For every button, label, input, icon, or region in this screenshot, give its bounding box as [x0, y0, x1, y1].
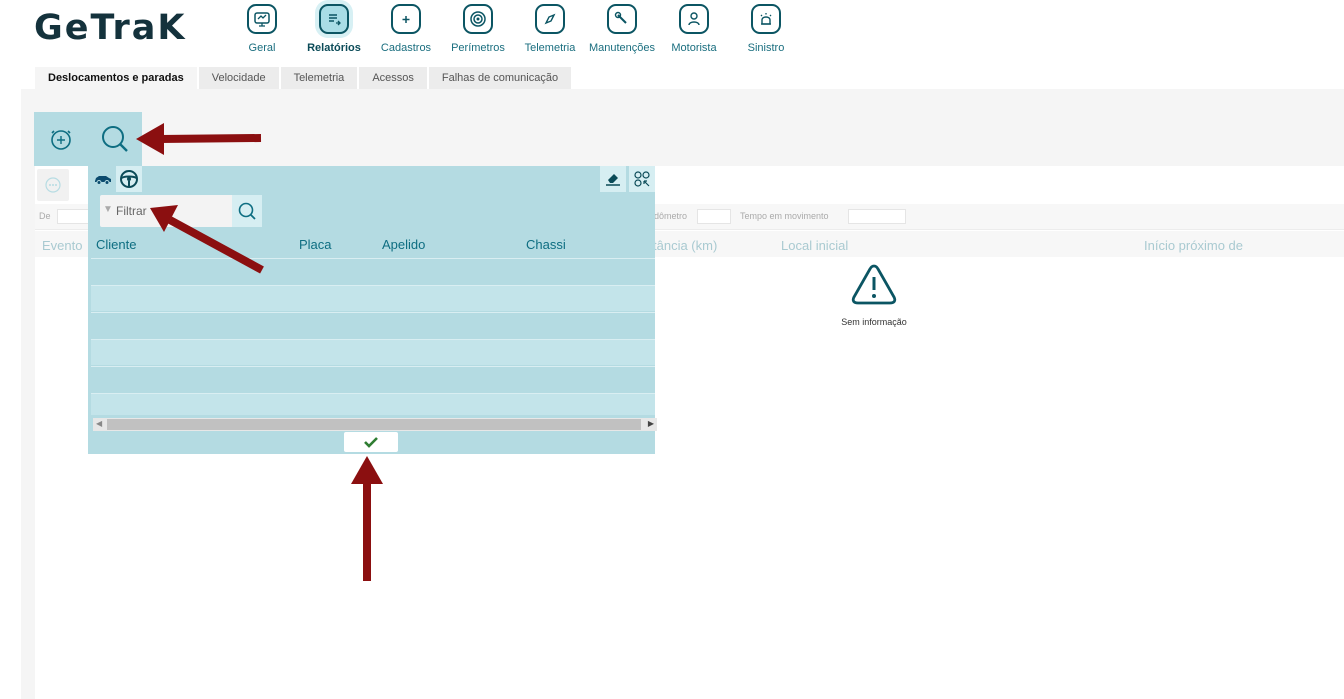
- col-distancia: tância (km): [653, 238, 718, 253]
- driver-filter-tab[interactable]: [116, 166, 142, 192]
- from-date-input[interactable]: [57, 209, 91, 224]
- nav-item-motorista[interactable]: Motorista: [658, 0, 730, 62]
- logo: GeTraK: [34, 8, 187, 48]
- col-cliente: Cliente: [96, 237, 137, 252]
- filter-input[interactable]: [116, 197, 230, 225]
- from-label: De: [39, 211, 51, 221]
- confirm-button[interactable]: [344, 432, 398, 452]
- nav-label: Geral: [248, 42, 276, 54]
- scroll-thumb[interactable]: [107, 419, 641, 430]
- nav-item-relatorios[interactable]: Relatórios: [298, 0, 370, 62]
- empty-message: Sem informação: [841, 317, 907, 327]
- search-icon: [102, 126, 128, 152]
- report-tabs: Deslocamentos e paradas Velocidade Telem…: [35, 67, 573, 89]
- clear-filter-button[interactable]: [600, 166, 626, 192]
- col-apelido: Apelido: [382, 237, 426, 252]
- table-row[interactable]: [91, 258, 655, 284]
- car-icon: [95, 176, 111, 185]
- siren-icon: [751, 4, 781, 34]
- driver-icon: [679, 4, 709, 34]
- col-evento: Evento: [42, 238, 83, 253]
- table-row[interactable]: [91, 393, 655, 415]
- nav-item-telemetria[interactable]: Telemetria: [514, 0, 586, 62]
- tab-velocidade[interactable]: Velocidade: [198, 67, 279, 89]
- filter-search-button[interactable]: [232, 195, 262, 227]
- warning-icon: [851, 264, 897, 305]
- nav-label: Cadastros: [380, 42, 432, 54]
- table-row[interactable]: [91, 285, 655, 311]
- more-options-icon[interactable]: [45, 177, 61, 193]
- nav-item-manutencoes[interactable]: Manutenções: [586, 0, 658, 62]
- nav-label: Perímetros: [451, 42, 505, 54]
- col-chassi: Chassi: [526, 237, 566, 252]
- nav-label: Relatórios: [307, 42, 361, 54]
- steering-wheel-icon: [120, 170, 138, 188]
- odometer-input[interactable]: [697, 209, 731, 224]
- tab-deslocamentos[interactable]: Deslocamentos e paradas: [35, 67, 197, 89]
- monitor-chart-icon: [247, 4, 277, 34]
- eraser-icon: [606, 174, 620, 186]
- col-local-inicial: Local inicial: [781, 238, 849, 253]
- compass-icon: [535, 4, 565, 34]
- scroll-left-icon[interactable]: ◀: [96, 419, 102, 428]
- tab-falhas[interactable]: Falhas de comunicação: [428, 67, 572, 89]
- moving-time-input[interactable]: [848, 209, 906, 224]
- scroll-right-icon[interactable]: ▶: [648, 419, 654, 428]
- nav-label: Sinistro: [747, 42, 785, 54]
- folder-plus-icon: [391, 4, 421, 34]
- filter-dropdown-icon[interactable]: ▼: [103, 204, 113, 215]
- vehicle-filter-tab[interactable]: [90, 166, 116, 192]
- col-inicio-proximo: Início próximo de: [1144, 238, 1243, 253]
- search-icon: [238, 202, 256, 220]
- check-icon: [364, 437, 378, 448]
- tab-telemetria[interactable]: Telemetria: [280, 67, 358, 89]
- moving-time-label: Tempo em movimento: [740, 211, 829, 221]
- col-placa: Placa: [299, 237, 332, 252]
- select-all-icon: [634, 171, 650, 187]
- nav-item-geral[interactable]: Geral: [226, 0, 298, 62]
- horizontal-scrollbar[interactable]: ◀ ▶: [93, 418, 657, 431]
- wrench-icon: [607, 4, 637, 34]
- tab-acessos[interactable]: Acessos: [359, 67, 427, 89]
- nav-item-sinistro[interactable]: Sinistro: [730, 0, 802, 62]
- table-row[interactable]: [91, 366, 655, 392]
- empty-state: Sem informação: [814, 262, 934, 327]
- target-icon: [463, 4, 493, 34]
- main-nav: Geral Relatórios Cadastros Perímetros Te…: [226, 0, 802, 62]
- select-all-button[interactable]: [629, 166, 655, 192]
- vehicle-search: ▼: [100, 195, 262, 227]
- alarm-plus-icon: [51, 130, 71, 150]
- odometer-label: dômetro: [654, 211, 688, 221]
- nav-item-cadastros[interactable]: Cadastros: [370, 0, 442, 62]
- report-toolbar: [37, 169, 69, 201]
- report-icon: [319, 4, 349, 34]
- nav-label: Manutenções: [588, 42, 656, 54]
- add-alarm-button[interactable]: [34, 112, 88, 166]
- nav-item-perimetros[interactable]: Perímetros: [442, 0, 514, 62]
- vehicle-selector-popup: ▼ Cliente Placa Apelido Chassi ◀ ▶: [88, 166, 657, 454]
- nav-label: Motorista: [671, 42, 717, 54]
- nav-label: Telemetria: [524, 42, 576, 54]
- table-row[interactable]: [91, 312, 655, 338]
- table-row[interactable]: [91, 339, 655, 365]
- vehicle-search-button[interactable]: [88, 112, 142, 166]
